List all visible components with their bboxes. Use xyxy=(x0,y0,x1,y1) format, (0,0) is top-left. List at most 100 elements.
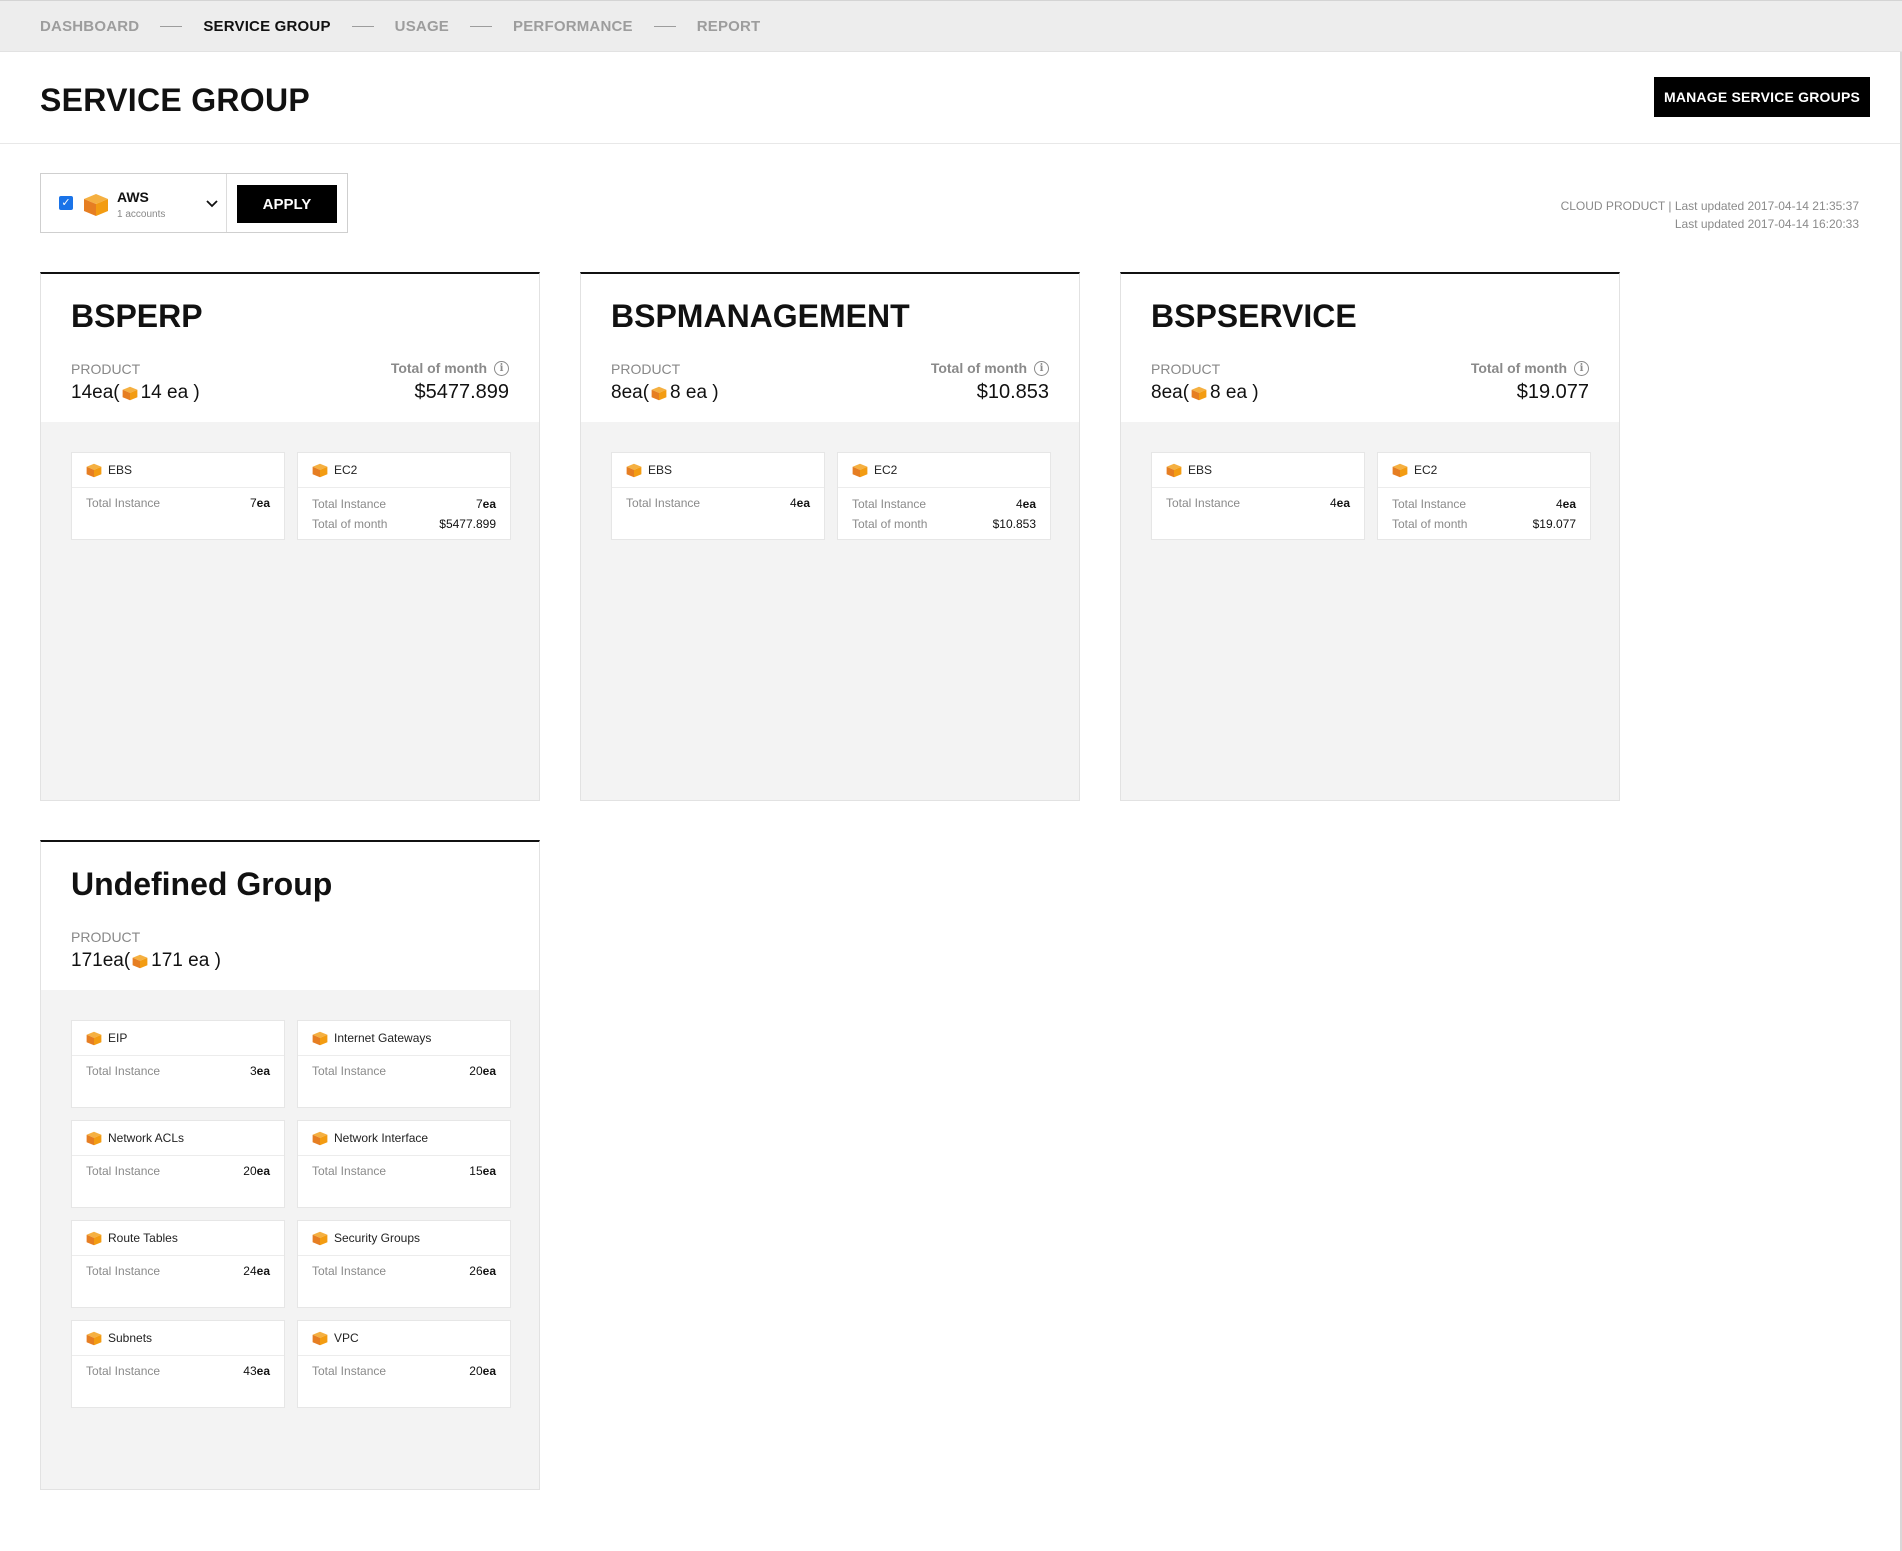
product-label: PRODUCT xyxy=(611,361,681,377)
total-of-month-value: $10.853 xyxy=(976,381,1049,403)
service-group-card[interactable]: BSPSERVICE PRODUCT 8ea( 8 ea ) Total of … xyxy=(1120,272,1620,801)
service-tile[interactable]: EC2 Total Instance 7ea Total of month $5… xyxy=(297,452,511,540)
group-name: BSPMANAGEMENT xyxy=(611,298,910,334)
service-tile[interactable]: EC2 Total Instance 4ea Total of month $1… xyxy=(837,452,1051,540)
service-tile[interactable]: EBS Total Instance 4ea xyxy=(1151,452,1365,540)
aws-cube-icon xyxy=(86,1031,102,1046)
page-title: SERVICE GROUP xyxy=(40,82,311,118)
instance-count: 4 xyxy=(789,496,797,510)
service-tile[interactable]: Network ACLs Total Instance 20ea xyxy=(71,1120,285,1208)
total-instance-value: 7ea xyxy=(250,496,270,510)
aws-cube-icon xyxy=(132,954,148,969)
total-instance-row: Total Instance 4ea xyxy=(1392,497,1576,511)
aws-cube-icon xyxy=(86,1131,102,1146)
account-count: 1 accounts xyxy=(117,209,166,220)
total-instance-label: Total Instance xyxy=(312,1064,387,1078)
total-of-month-label: Total of month xyxy=(1392,517,1468,531)
page-header: SERVICE GROUP MANAGE SERVICE GROUPS xyxy=(0,52,1900,144)
filter-divider xyxy=(226,174,227,232)
total-instance-value: 20ea xyxy=(469,1064,496,1078)
total-instance-label: Total Instance xyxy=(86,1064,161,1078)
unit-label: ea xyxy=(482,497,496,511)
total-instance-label: Total Instance xyxy=(312,1364,387,1378)
total-of-month-label: Total of month xyxy=(852,517,928,531)
service-month-value: $5477.899 xyxy=(439,517,496,531)
aws-cube-icon xyxy=(312,1331,328,1346)
service-tile[interactable]: EBS Total Instance 7ea xyxy=(71,452,285,540)
aws-cube-icon xyxy=(83,193,109,222)
total-instance-row: Total Instance 15ea xyxy=(312,1164,496,1178)
service-tile[interactable]: Internet Gateways Total Instance 20ea xyxy=(297,1020,511,1108)
product-aws-count: 14 ea ) xyxy=(140,382,200,403)
aws-cube-icon xyxy=(312,1231,328,1246)
total-instance-row: Total Instance 4ea xyxy=(1166,496,1350,510)
instance-count: 43 xyxy=(243,1364,257,1378)
nav-step-performance[interactable]: PERFORMANCE xyxy=(513,18,633,35)
total-instance-row: Total Instance 26ea xyxy=(312,1264,496,1278)
instance-count: 20 xyxy=(469,1064,483,1078)
product-count: 8ea( 8 ea ) xyxy=(1151,382,1259,404)
total-of-month-text: Total of month xyxy=(1470,360,1567,376)
product-total: 8ea( xyxy=(1151,382,1190,403)
total-instance-value: 4ea xyxy=(790,496,810,510)
service-group-card[interactable]: Undefined Group PRODUCT 171ea( 171 ea ) … xyxy=(40,840,540,1490)
info-icon[interactable]: i xyxy=(1574,360,1589,376)
nav-step-service-group[interactable]: SERVICE GROUP xyxy=(203,18,330,35)
service-tile-header: Network ACLs xyxy=(72,1121,284,1156)
info-icon[interactable]: i xyxy=(494,360,509,376)
group-card-header: BSPSERVICE PRODUCT 8ea( 8 ea ) Total of … xyxy=(1121,274,1619,422)
instance-count: 3 xyxy=(249,1064,257,1078)
service-tile[interactable]: Route Tables Total Instance 24ea xyxy=(71,1220,285,1308)
service-tile[interactable]: Subnets Total Instance 43ea xyxy=(71,1320,285,1408)
unit-label: ea xyxy=(482,1364,496,1378)
total-instance-value: 43ea xyxy=(243,1364,270,1378)
total-instance-label: Total Instance xyxy=(1166,496,1241,510)
step-navigation: DASHBOARD SERVICE GROUP USAGE PERFORMANC… xyxy=(0,0,1902,52)
product-total: 8ea( xyxy=(611,382,650,403)
service-group-card[interactable]: BSPMANAGEMENT PRODUCT 8ea( 8 ea ) Total … xyxy=(580,272,1080,801)
manage-service-groups-button[interactable]: MANAGE SERVICE GROUPS xyxy=(1654,77,1870,117)
aws-cube-icon xyxy=(852,463,868,478)
checkbox-icon[interactable]: ✓ xyxy=(59,196,73,210)
nav-separator xyxy=(470,25,493,27)
total-instance-value: 4ea xyxy=(1556,497,1576,511)
service-month-value: $19.077 xyxy=(1532,517,1576,531)
service-tile[interactable]: EBS Total Instance 4ea xyxy=(611,452,825,540)
total-instance-value: 24ea xyxy=(243,1264,270,1278)
nav-step-dashboard[interactable]: DASHBOARD xyxy=(40,18,139,35)
total-instance-label: Total Instance xyxy=(312,1264,387,1278)
group-name: BSPERP xyxy=(71,298,203,334)
service-name: EC2 xyxy=(1414,463,1438,477)
total-instance-value: 26ea xyxy=(469,1264,496,1278)
total-of-month-text: Total of month xyxy=(930,360,1027,376)
service-group-card[interactable]: BSPERP PRODUCT 14ea( 14 ea ) Total of mo… xyxy=(40,272,540,801)
service-tile[interactable]: VPC Total Instance 20ea xyxy=(297,1320,511,1408)
account-name: AWS xyxy=(117,189,149,205)
info-icon[interactable]: i xyxy=(1034,360,1049,376)
aws-cube-icon xyxy=(626,463,642,478)
total-instance-label: Total Instance xyxy=(312,1164,387,1178)
total-instance-value: 20ea xyxy=(469,1364,496,1378)
product-total: 171ea( xyxy=(71,950,131,971)
service-tile[interactable]: EC2 Total Instance 4ea Total of month $1… xyxy=(1377,452,1591,540)
total-instance-row: Total Instance 7ea xyxy=(86,496,270,510)
unit-label: ea xyxy=(256,496,270,510)
total-instance-label: Total Instance xyxy=(86,1364,161,1378)
cloud-product-updated: CLOUD PRODUCT | Last updated 2017-04-14 … xyxy=(1560,199,1859,213)
nav-step-usage[interactable]: USAGE xyxy=(395,18,449,35)
instance-count: 20 xyxy=(469,1364,483,1378)
total-of-month-row: Total of month $10.853 xyxy=(852,517,1036,531)
apply-button[interactable]: APPLY xyxy=(237,185,337,223)
total-instance-label: Total Instance xyxy=(312,497,387,511)
service-tile[interactable]: Security Groups Total Instance 26ea xyxy=(297,1220,511,1308)
instance-count: 7 xyxy=(249,496,257,510)
chevron-down-icon[interactable] xyxy=(201,192,223,214)
group-card-header: Undefined Group PRODUCT 171ea( 171 ea ) xyxy=(41,842,539,990)
total-of-month-row: Total of month $19.077 xyxy=(1392,517,1576,531)
instance-count: 26 xyxy=(469,1264,483,1278)
total-of-month-label: Total of month i xyxy=(1471,360,1589,376)
nav-step-report[interactable]: REPORT xyxy=(697,18,761,35)
service-tile[interactable]: Network Interface Total Instance 15ea xyxy=(297,1120,511,1208)
service-tile-header: EBS xyxy=(72,453,284,488)
service-tile[interactable]: EIP Total Instance 3ea xyxy=(71,1020,285,1108)
